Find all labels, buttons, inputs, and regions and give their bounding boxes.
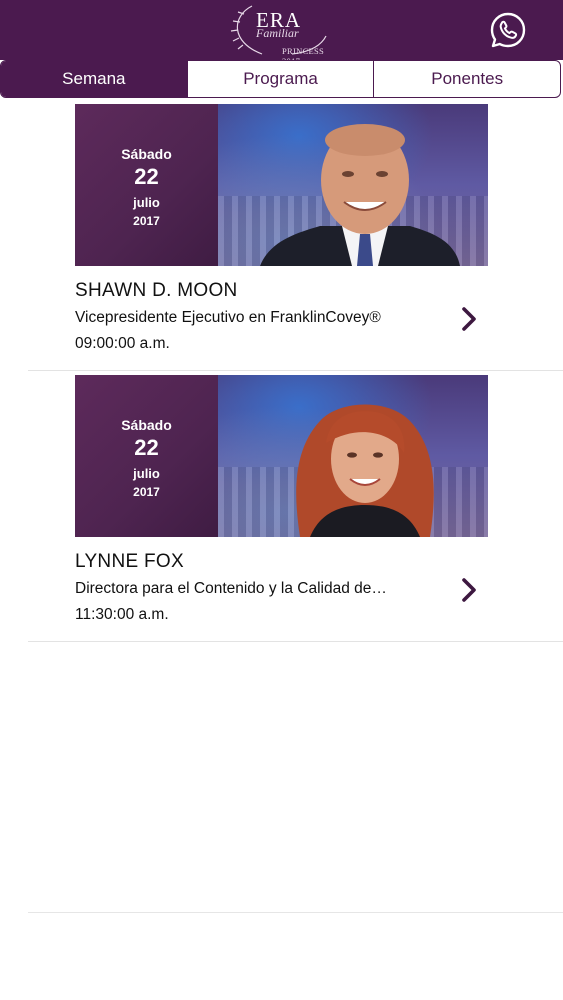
speaker-card[interactable]: Sábado 22 julio 2017 LYNNE FOX Directora… [0,371,563,642]
era-familiar-logo: ERA Familiar PRINCESS 2017 [222,2,344,66]
date-panel: Sábado 22 julio 2017 [75,104,218,266]
logo-familiar-text: Familiar [256,26,299,40]
date-month: julio [133,466,160,481]
speaker-role: Directora para el Contenido y la Calidad… [75,580,387,597]
speaker-banner-image: Sábado 22 julio 2017 [75,375,488,537]
row-divider [28,641,563,642]
phone-icon[interactable] [490,12,526,48]
speaker-list: Sábado 22 julio 2017 SHAWN D. MOON Vicep… [0,100,563,642]
speaker-time: 09:00:00 a.m. [75,335,170,352]
speaker-portrait [260,124,460,266]
speaker-name: LYNNE FOX [75,551,184,572]
date-day-number: 22 [134,435,159,460]
chevron-right-icon[interactable] [459,306,479,332]
date-month: julio [133,195,160,210]
date-weekday: Sábado [121,417,172,433]
speaker-portrait [296,404,434,537]
date-panel: Sábado 22 julio 2017 [75,375,218,537]
date-weekday: Sábado [121,146,172,162]
tab-programa[interactable]: Programa [186,61,374,97]
speaker-name: SHAWN D. MOON [75,280,238,301]
chevron-right-icon[interactable] [459,577,479,603]
tab-ponentes[interactable]: Ponentes [373,61,560,97]
date-year: 2017 [133,214,160,228]
speaker-card[interactable]: Sábado 22 julio 2017 SHAWN D. MOON Vicep… [0,100,563,371]
date-day-number: 22 [134,164,159,189]
speaker-role: Vicepresidente Ejecutivo en FranklinCove… [75,309,381,326]
segmented-tabs: Semana Programa Ponentes [0,60,561,98]
list-end-divider [28,912,563,913]
speaker-banner-image: Sábado 22 julio 2017 [75,104,488,266]
speaker-time: 11:30:00 a.m. [75,606,169,623]
app-header: ERA Familiar PRINCESS 2017 [0,0,563,66]
date-year: 2017 [133,485,160,499]
tab-semana[interactable]: Semana [1,61,187,97]
